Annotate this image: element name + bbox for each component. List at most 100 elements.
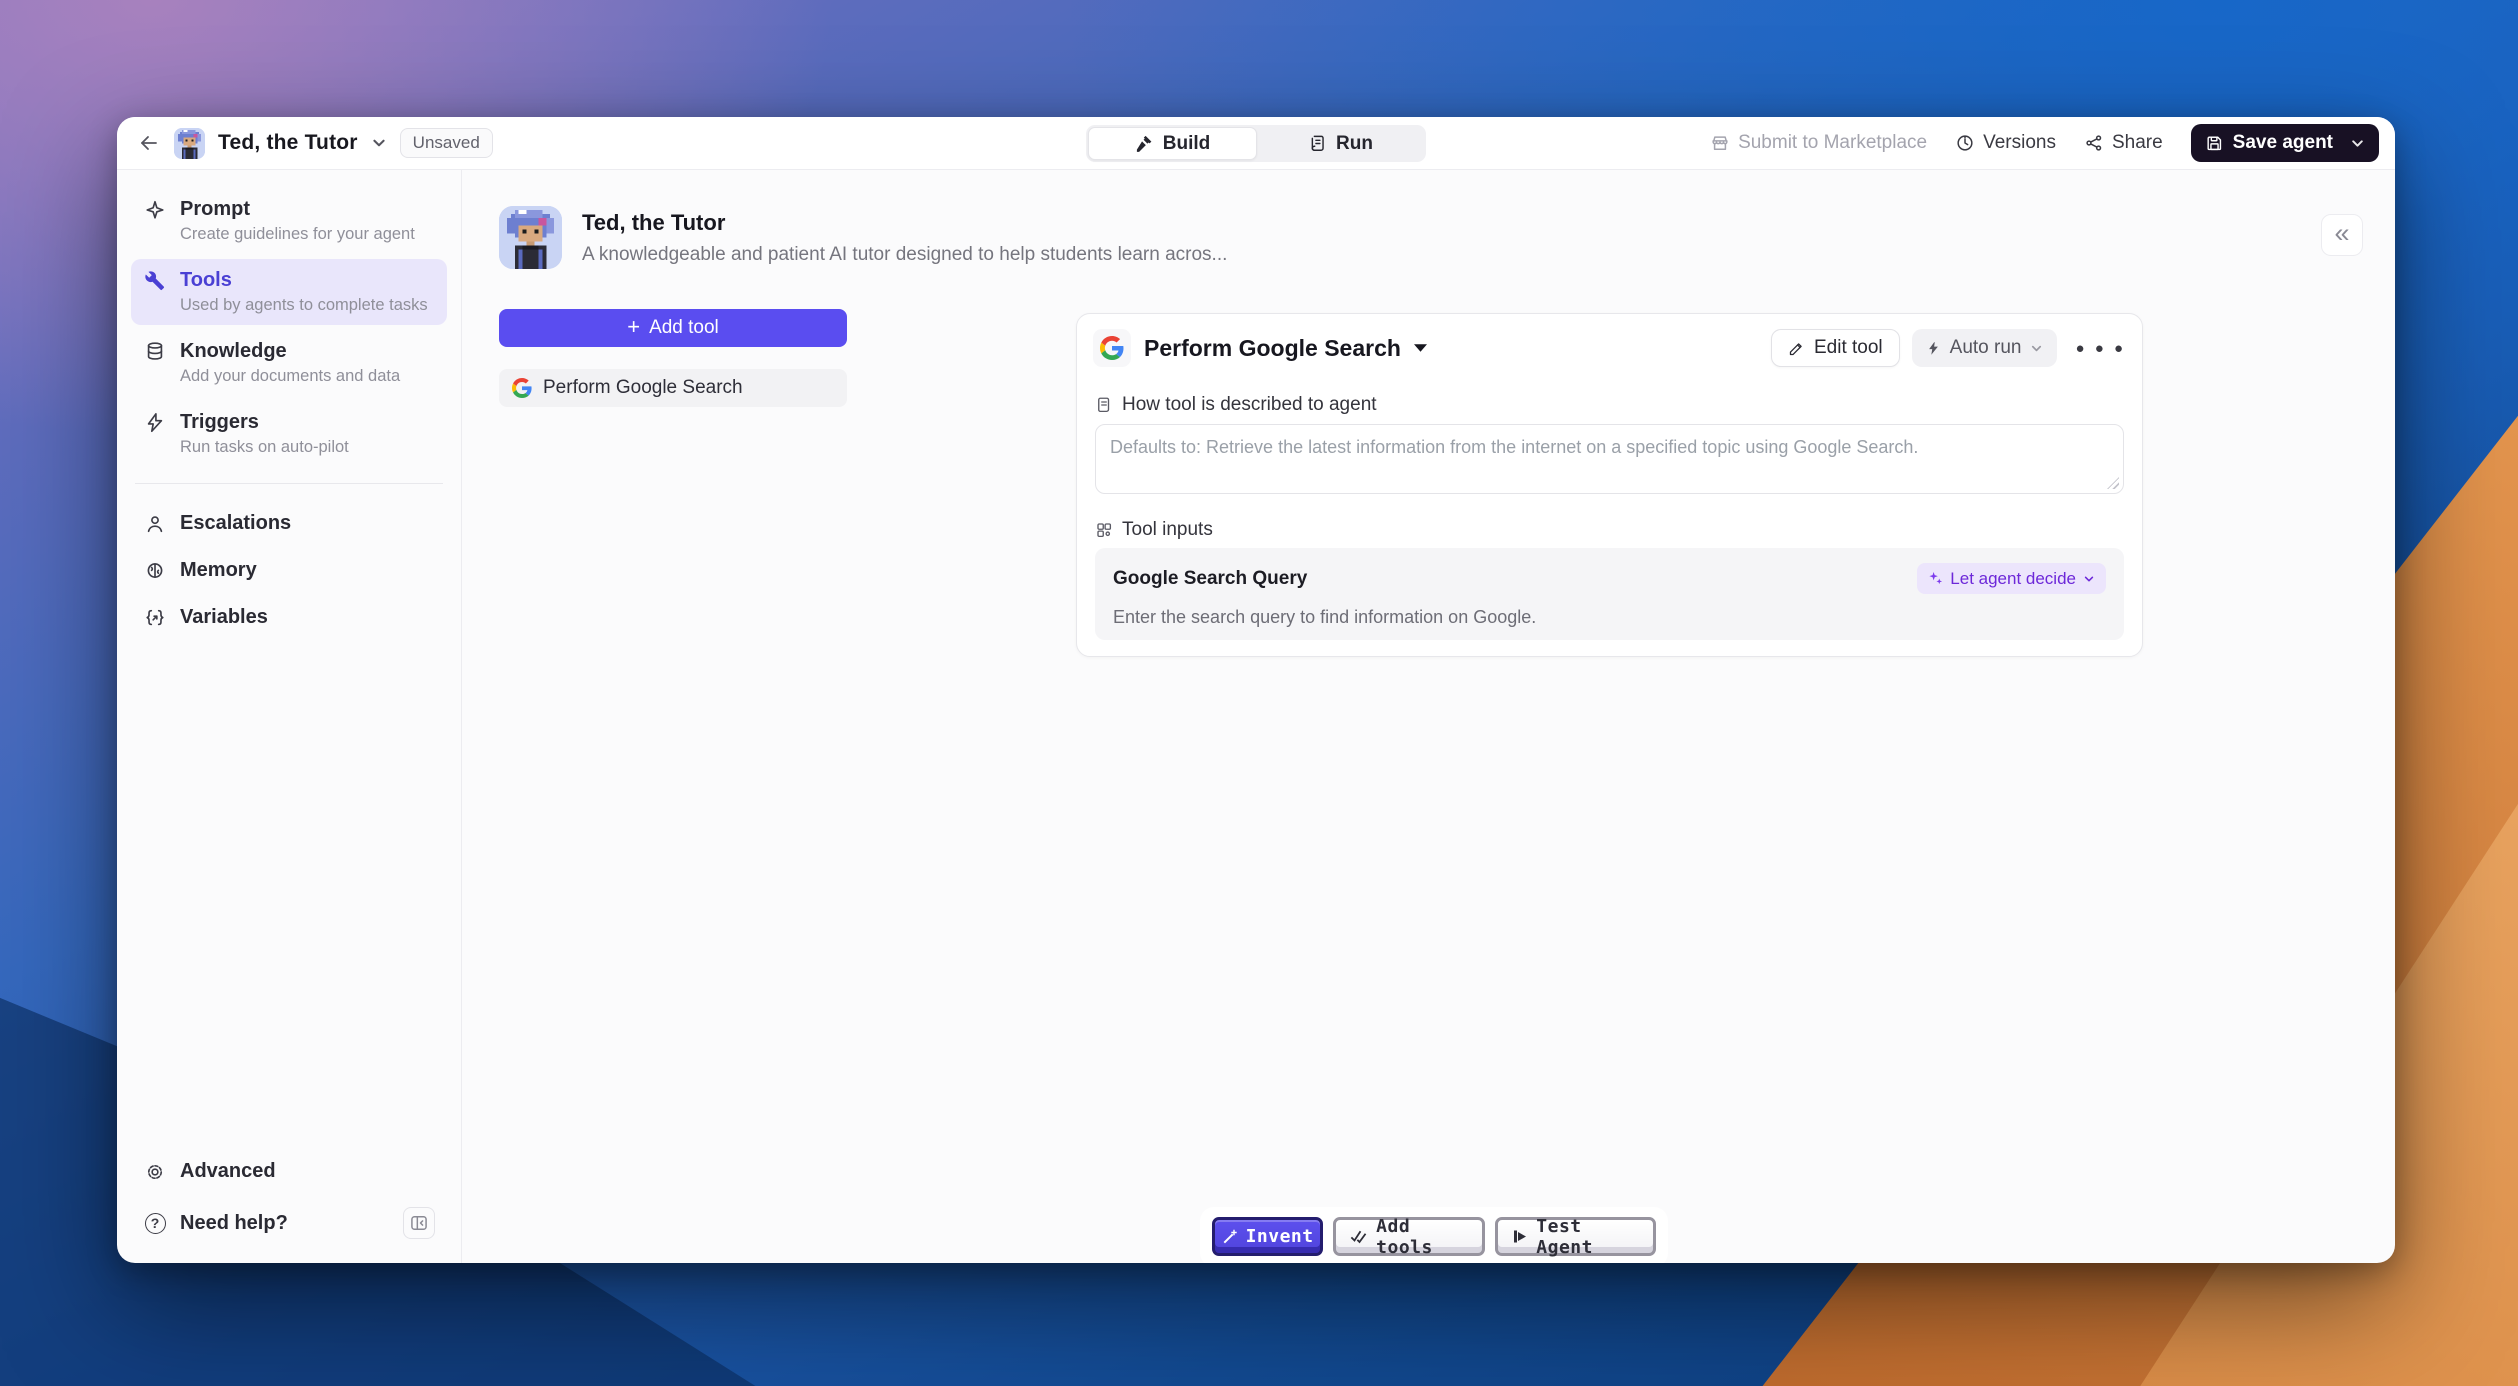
collapse-detail-button[interactable]: « xyxy=(2321,214,2363,256)
save-chevron-icon[interactable] xyxy=(2350,136,2365,151)
auto-run-button[interactable]: Auto run xyxy=(1912,329,2058,367)
description-section-label: How tool is described to agent xyxy=(1122,394,1377,416)
sidebar-item-desc: Used by agents to complete tasks xyxy=(180,296,435,315)
sidebar-item-desc: Run tasks on auto-pilot xyxy=(180,438,435,457)
tab-build-label: Build xyxy=(1163,133,1211,155)
submit-marketplace-label: Submit to Marketplace xyxy=(1738,132,1927,154)
back-button[interactable] xyxy=(137,131,161,155)
sidebar: Prompt Create guidelines for your agent … xyxy=(117,170,462,1263)
sidebar-item-label: Knowledge xyxy=(180,340,287,363)
agent-description: A knowledgeable and patient AI tutor des… xyxy=(582,244,1227,266)
submit-marketplace-button[interactable]: Submit to Marketplace xyxy=(1710,132,1927,154)
sparkles-icon xyxy=(1928,571,1943,586)
let-agent-decide-label: Let agent decide xyxy=(1950,569,2076,589)
sidebar-item-label: Escalations xyxy=(180,512,291,535)
hammer-icon xyxy=(1135,134,1154,153)
tools-check-icon xyxy=(1350,1229,1368,1244)
chevron-down-icon[interactable] xyxy=(371,135,387,151)
sidebar-item-advanced[interactable]: Advanced xyxy=(131,1148,447,1195)
save-agent-button[interactable]: Save agent xyxy=(2191,124,2379,162)
bottom-action-bar: Invent Add tools Test Agent xyxy=(1200,1207,1668,1263)
agent-name-title[interactable]: Ted, the Tutor xyxy=(218,131,358,155)
test-agent-label: Test Agent xyxy=(1536,1216,1639,1258)
sidebar-item-escalations[interactable]: Escalations xyxy=(131,500,447,547)
invent-button[interactable]: Invent xyxy=(1212,1217,1323,1256)
storefront-icon xyxy=(1710,133,1730,153)
bolt-icon xyxy=(1926,341,1941,356)
pencil-icon xyxy=(1788,340,1805,357)
sidebar-divider xyxy=(135,483,443,484)
sidebar-item-memory[interactable]: Memory xyxy=(131,547,447,594)
sidebar-item-tools[interactable]: Tools Used by agents to complete tasks xyxy=(131,259,447,325)
caret-down-icon xyxy=(1414,344,1427,352)
scroll-icon xyxy=(1308,134,1327,153)
versions-label: Versions xyxy=(1983,132,2056,154)
tab-run-label: Run xyxy=(1336,133,1373,155)
sidebar-item-label: Variables xyxy=(180,606,268,629)
tool-description-field-wrap xyxy=(1095,424,2124,494)
tool-title-dropdown[interactable]: Perform Google Search xyxy=(1093,329,1427,367)
share-button[interactable]: Share xyxy=(2084,132,2163,154)
tool-detail-card: Perform Google Search Edit tool xyxy=(1076,313,2143,657)
test-agent-button[interactable]: Test Agent xyxy=(1495,1217,1656,1256)
add-tools-label: Add tools xyxy=(1376,1216,1468,1258)
google-icon xyxy=(512,378,532,398)
sidebar-item-label: Advanced xyxy=(180,1160,276,1183)
versions-button[interactable]: Versions xyxy=(1955,132,2056,154)
status-badge: Unsaved xyxy=(400,128,493,158)
let-agent-decide-dropdown[interactable]: Let agent decide xyxy=(1917,563,2106,594)
sidebar-item-desc: Create guidelines for your agent xyxy=(180,225,435,244)
wrench-icon xyxy=(143,270,167,292)
sidebar-item-label: Prompt xyxy=(180,198,250,221)
sidebar-item-knowledge[interactable]: Knowledge Add your documents and data xyxy=(131,330,447,396)
brain-icon xyxy=(143,560,167,582)
document-icon xyxy=(1095,396,1113,414)
add-tools-button[interactable]: Add tools xyxy=(1333,1217,1485,1256)
edit-tool-button[interactable]: Edit tool xyxy=(1771,329,1900,367)
edit-tool-label: Edit tool xyxy=(1814,337,1883,359)
tool-description-textarea[interactable] xyxy=(1095,424,2124,494)
database-icon xyxy=(143,341,167,363)
sidebar-item-prompt[interactable]: Prompt Create guidelines for your agent xyxy=(131,188,447,254)
sidebar-item-desc: Add your documents and data xyxy=(180,367,435,386)
play-flag-icon xyxy=(1512,1229,1528,1244)
add-tool-button[interactable]: + Add tool xyxy=(499,309,847,347)
double-chevron-left-icon: « xyxy=(2334,218,2349,249)
tab-build[interactable]: Build xyxy=(1088,127,1257,160)
variables-icon xyxy=(143,607,167,629)
tool-list-item-google-search[interactable]: Perform Google Search xyxy=(499,369,847,407)
lightning-icon xyxy=(143,412,167,434)
sidebar-item-help[interactable]: ? Need help? xyxy=(131,1195,447,1251)
more-options-button[interactable]: ● ● ● xyxy=(2075,340,2126,357)
magic-wand-icon xyxy=(1222,1229,1238,1245)
share-label: Share xyxy=(2112,132,2163,154)
sidebar-item-label: Tools xyxy=(180,269,232,292)
app-window: Ted, the Tutor Unsaved Build Run xyxy=(117,117,2395,1263)
chevron-down-icon xyxy=(2030,342,2043,355)
tool-detail-title: Perform Google Search xyxy=(1144,335,1401,362)
input-description: Enter the search query to find informati… xyxy=(1113,607,2106,628)
agent-avatar-small[interactable] xyxy=(174,128,205,159)
sidebar-item-label: Triggers xyxy=(180,411,259,434)
plus-icon: + xyxy=(627,314,640,340)
mode-tabs: Build Run xyxy=(1086,125,1426,162)
save-agent-label: Save agent xyxy=(2233,132,2333,154)
history-icon xyxy=(1955,133,1975,153)
collapse-sidebar-button[interactable] xyxy=(403,1207,435,1239)
chevron-down-icon xyxy=(2083,573,2095,585)
agent-name: Ted, the Tutor xyxy=(582,210,1227,236)
sidebar-item-variables[interactable]: Variables xyxy=(131,594,447,641)
tool-list-item-label: Perform Google Search xyxy=(543,377,743,399)
agent-avatar-large xyxy=(499,206,562,269)
input-name: Google Search Query xyxy=(1113,568,1307,590)
inputs-section-label: Tool inputs xyxy=(1122,519,1213,541)
tool-input-row: Google Search Query Let agent decide Ent… xyxy=(1095,548,2124,640)
floppy-icon xyxy=(2205,134,2224,153)
google-icon xyxy=(1093,329,1131,367)
inputs-grid-icon xyxy=(1095,521,1113,539)
sidebar-item-triggers[interactable]: Triggers Run tasks on auto-pilot xyxy=(131,401,447,467)
sparkle-icon xyxy=(143,199,167,221)
invent-label: Invent xyxy=(1246,1226,1314,1247)
tab-run[interactable]: Run xyxy=(1257,127,1424,160)
gear-icon xyxy=(143,1161,167,1183)
